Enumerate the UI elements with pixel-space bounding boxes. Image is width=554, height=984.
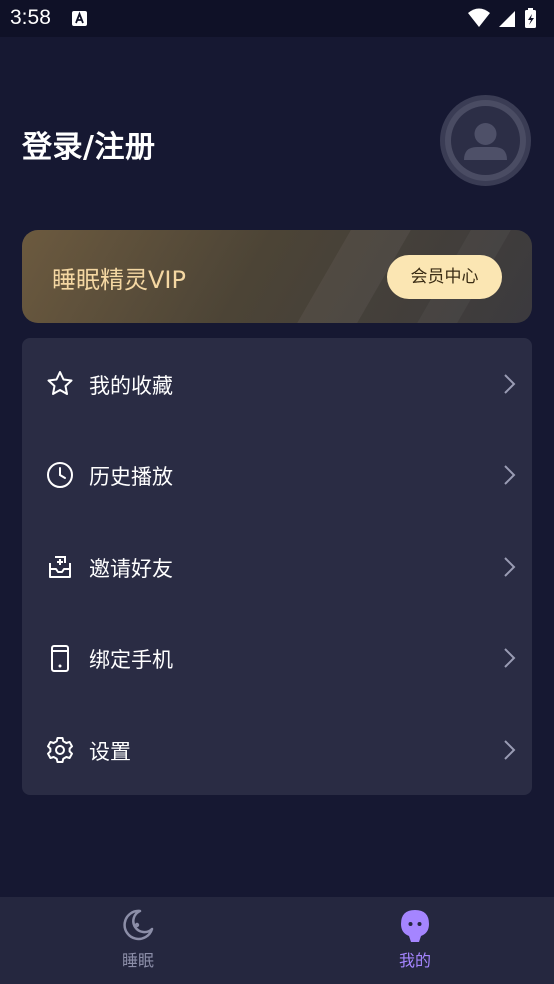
menu-item-invite[interactable]: 邀请好友	[22, 521, 532, 612]
status-bar: 3:58	[0, 0, 554, 37]
menu-label: 绑定手机	[89, 648, 173, 672]
vip-title: 睡眠精灵VIP	[52, 266, 186, 294]
user-icon	[464, 123, 507, 160]
chevron-right-icon	[504, 648, 516, 668]
avatar-inner	[451, 106, 520, 175]
chevron-right-icon	[504, 557, 516, 577]
moon-icon	[123, 909, 154, 941]
ghost-icon	[401, 910, 429, 942]
inbox-invite-icon	[49, 556, 71, 578]
battery-icon	[525, 8, 536, 28]
chevron-right-icon	[504, 374, 516, 394]
nav-label: 我的	[398, 951, 431, 970]
avatar[interactable]	[440, 95, 531, 186]
menu-item-history[interactable]: 历史播放	[22, 429, 532, 520]
login-register-link[interactable]: 登录/注册	[22, 122, 155, 166]
chevron-right-icon	[504, 740, 516, 760]
star-icon	[47, 371, 73, 395]
menu-item-bind-phone[interactable]: 绑定手机	[22, 612, 532, 703]
menu-item-favorites[interactable]: 我的收藏	[22, 338, 532, 429]
phone-icon	[51, 645, 69, 672]
clock-icon	[47, 462, 73, 488]
menu-label: 历史播放	[89, 465, 173, 489]
menu-label: 邀请好友	[89, 557, 173, 581]
bottom-nav: 睡眠 我的	[0, 897, 554, 984]
profile-screen: 3:58 登录/注册 睡眠精灵VIP 会员中心 我的收藏 历史播放 邀请好友 绑…	[0, 0, 554, 984]
wifi-icon	[468, 8, 490, 27]
nav-item-sleep[interactable]: 睡眠	[78, 897, 198, 984]
menu-label: 设置	[89, 740, 131, 764]
gear-icon	[47, 737, 73, 763]
chevron-right-icon	[504, 465, 516, 485]
menu-label: 我的收藏	[89, 374, 173, 398]
status-time: 3:58	[10, 6, 51, 29]
signal-icon	[499, 11, 515, 27]
notification-icon	[72, 11, 87, 26]
nav-label: 睡眠	[121, 951, 154, 970]
member-center-button[interactable]: 会员中心	[387, 255, 502, 299]
status-icons	[468, 8, 536, 28]
menu-item-settings[interactable]: 设置	[22, 704, 532, 795]
nav-item-mine[interactable]: 我的	[355, 897, 475, 984]
vip-card[interactable]: 睡眠精灵VIP 会员中心	[22, 230, 532, 323]
menu-card: 我的收藏 历史播放 邀请好友 绑定手机 设置	[22, 338, 532, 795]
